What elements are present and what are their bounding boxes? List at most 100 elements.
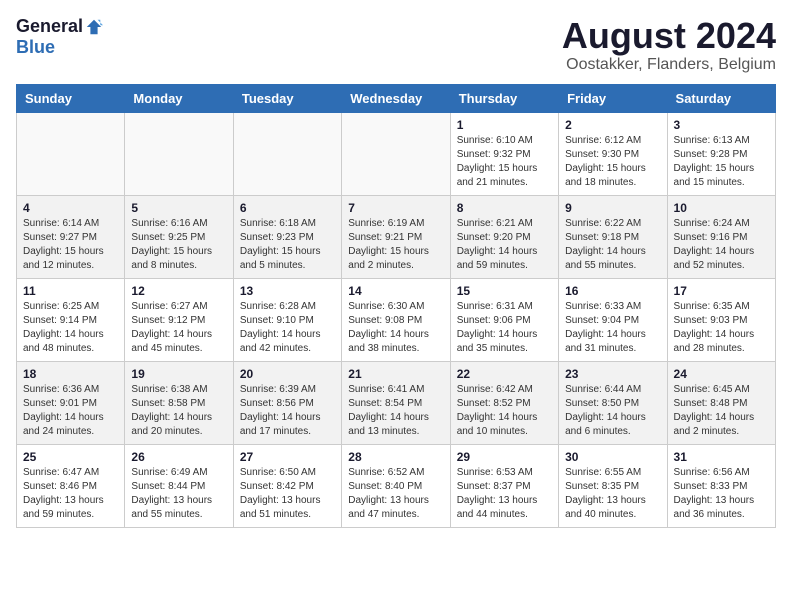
day-number: 31 [674,450,769,464]
day-info: Sunrise: 6:24 AM Sunset: 9:16 PM Dayligh… [674,217,769,273]
day-info: Sunrise: 6:22 AM Sunset: 9:18 PM Dayligh… [565,217,660,273]
logo-general: General [16,16,83,37]
day-info: Sunrise: 6:41 AM Sunset: 8:54 PM Dayligh… [348,383,443,439]
calendar-day-cell: 27Sunrise: 6:50 AM Sunset: 8:42 PM Dayli… [233,444,341,527]
day-number: 6 [240,201,335,215]
weekday-header-thursday: Thursday [450,84,558,112]
day-number: 3 [674,118,769,132]
calendar-day-cell: 22 Sunrise: 6:42 AM Sunset: 8:52 PM Dayli… [450,361,558,444]
calendar-day-cell: 6 Sunrise: 6:18 AM Sunset: 9:23 PM Daylig… [233,195,341,278]
day-info: Sunrise: 6:10 AM Sunset: 9:32 PM Dayligh… [457,134,552,190]
calendar-day-cell: 19 Sunrise: 6:38 AM Sunset: 8:58 PM Dayli… [125,361,233,444]
calendar-day-cell: 9 Sunrise: 6:22 AM Sunset: 9:18 PM Daylig… [559,195,667,278]
day-number: 11 [23,284,118,298]
calendar-day-cell [233,112,341,195]
day-number: 14 [348,284,443,298]
day-info: Sunrise: 6:28 AM Sunset: 9:10 PM Dayligh… [240,300,335,356]
calendar-day-cell: 11 Sunrise: 6:25 AM Sunset: 9:14 PM Dayli… [17,278,125,361]
day-number: 13 [240,284,335,298]
logo-blue: Blue [16,37,55,58]
day-info: Sunrise: 6:14 AM Sunset: 9:27 PM Dayligh… [23,217,118,273]
calendar-day-cell: 10 Sunrise: 6:24 AM Sunset: 9:16 PM Dayli… [667,195,775,278]
weekday-header-friday: Friday [559,84,667,112]
month-title: August 2024 [562,16,776,56]
calendar-table: SundayMondayTuesdayWednesdayThursdayFrid… [16,84,776,528]
day-number: 28 [348,450,443,464]
day-number: 2 [565,118,660,132]
day-info: Sunrise: 6:25 AM Sunset: 9:14 PM Dayligh… [23,300,118,356]
day-info: Sunrise: 6:18 AM Sunset: 9:23 PM Dayligh… [240,217,335,273]
day-number: 30 [565,450,660,464]
day-info: Sunrise: 6:42 AM Sunset: 8:52 PM Dayligh… [457,383,552,439]
calendar-day-cell [17,112,125,195]
day-number: 17 [674,284,769,298]
calendar-day-cell: 25 Sunrise: 6:47 AM Sunset: 8:46 PM Dayli… [17,444,125,527]
day-number: 8 [457,201,552,215]
calendar-day-cell: 20Sunrise: 6:39 AM Sunset: 8:56 PM Dayli… [233,361,341,444]
day-info: Sunrise: 6:35 AM Sunset: 9:03 PM Dayligh… [674,300,769,356]
calendar-day-cell: 8 Sunrise: 6:21 AM Sunset: 9:20 PM Daylig… [450,195,558,278]
day-info: Sunrise: 6:36 AM Sunset: 9:01 PM Dayligh… [23,383,118,439]
weekday-header-wednesday: Wednesday [342,84,450,112]
day-info: Sunrise: 6:44 AM Sunset: 8:50 PM Dayligh… [565,383,660,439]
day-info: Sunrise: 6:52 AM Sunset: 8:40 PM Dayligh… [348,466,443,522]
calendar-day-cell: 13 Sunrise: 6:28 AM Sunset: 9:10 PM Dayli… [233,278,341,361]
calendar-day-cell: 28 Sunrise: 6:52 AM Sunset: 8:40 PM Dayli… [342,444,450,527]
weekday-header-row: SundayMondayTuesdayWednesdayThursdayFrid… [17,84,776,112]
title-section: August 2024 Oostakker, Flanders, Belgium [562,16,776,74]
day-info: Sunrise: 6:56 AM Sunset: 8:33 PM Dayligh… [674,466,769,522]
calendar-day-cell: 5 Sunrise: 6:16 AM Sunset: 9:25 PM Daylig… [125,195,233,278]
calendar-day-cell: 23 Sunrise: 6:44 AM Sunset: 8:50 PM Dayli… [559,361,667,444]
calendar-day-cell: 31 Sunrise: 6:56 AM Sunset: 8:33 PM Dayli… [667,444,775,527]
day-number: 4 [23,201,118,215]
day-info: Sunrise: 6:13 AM Sunset: 9:28 PM Dayligh… [674,134,769,190]
calendar-day-cell: 15 Sunrise: 6:31 AM Sunset: 9:06 PM Dayli… [450,278,558,361]
day-info: Sunrise: 6:45 AM Sunset: 8:48 PM Dayligh… [674,383,769,439]
day-number: 7 [348,201,443,215]
calendar-day-cell: 26 Sunrise: 6:49 AM Sunset: 8:44 PM Dayli… [125,444,233,527]
day-info: Sunrise: 6:31 AM Sunset: 9:06 PM Dayligh… [457,300,552,356]
calendar-week-row: 1Sunrise: 6:10 AM Sunset: 9:32 PM Daylig… [17,112,776,195]
day-number: 19 [131,367,226,381]
day-number: 12 [131,284,226,298]
day-number: 23 [565,367,660,381]
location-subtitle: Oostakker, Flanders, Belgium [562,56,776,74]
calendar-day-cell: 21 Sunrise: 6:41 AM Sunset: 8:54 PM Dayli… [342,361,450,444]
day-number: 15 [457,284,552,298]
calendar-day-cell: 4 Sunrise: 6:14 AM Sunset: 9:27 PM Daylig… [17,195,125,278]
weekday-header-saturday: Saturday [667,84,775,112]
page-header: General Blue August 2024 Oostakker, Flan… [16,16,776,74]
day-info: Sunrise: 6:50 AM Sunset: 8:42 PM Dayligh… [240,466,335,522]
day-number: 22 [457,367,552,381]
calendar-day-cell: 30Sunrise: 6:55 AM Sunset: 8:35 PM Dayli… [559,444,667,527]
day-info: Sunrise: 6:16 AM Sunset: 9:25 PM Dayligh… [131,217,226,273]
day-number: 21 [348,367,443,381]
calendar-day-cell: 24Sunrise: 6:45 AM Sunset: 8:48 PM Dayli… [667,361,775,444]
day-info: Sunrise: 6:30 AM Sunset: 9:08 PM Dayligh… [348,300,443,356]
day-number: 9 [565,201,660,215]
day-info: Sunrise: 6:33 AM Sunset: 9:04 PM Dayligh… [565,300,660,356]
calendar-day-cell: 16 Sunrise: 6:33 AM Sunset: 9:04 PM Dayli… [559,278,667,361]
logo-icon [85,18,103,36]
day-number: 16 [565,284,660,298]
calendar-day-cell: 2 Sunrise: 6:12 AM Sunset: 9:30 PM Daylig… [559,112,667,195]
day-number: 20 [240,367,335,381]
day-number: 5 [131,201,226,215]
day-info: Sunrise: 6:38 AM Sunset: 8:58 PM Dayligh… [131,383,226,439]
calendar-day-cell: 3 Sunrise: 6:13 AM Sunset: 9:28 PM Daylig… [667,112,775,195]
day-number: 25 [23,450,118,464]
calendar-day-cell: 7Sunrise: 6:19 AM Sunset: 9:21 PM Daylig… [342,195,450,278]
weekday-header-monday: Monday [125,84,233,112]
day-number: 29 [457,450,552,464]
day-info: Sunrise: 6:47 AM Sunset: 8:46 PM Dayligh… [23,466,118,522]
day-number: 18 [23,367,118,381]
day-number: 26 [131,450,226,464]
calendar-week-row: 18 Sunrise: 6:36 AM Sunset: 9:01 PM Dayli… [17,361,776,444]
day-info: Sunrise: 6:21 AM Sunset: 9:20 PM Dayligh… [457,217,552,273]
day-info: Sunrise: 6:12 AM Sunset: 9:30 PM Dayligh… [565,134,660,190]
day-number: 10 [674,201,769,215]
calendar-day-cell [125,112,233,195]
day-info: Sunrise: 6:49 AM Sunset: 8:44 PM Dayligh… [131,466,226,522]
calendar-day-cell: 29Sunrise: 6:53 AM Sunset: 8:37 PM Dayli… [450,444,558,527]
weekday-header-tuesday: Tuesday [233,84,341,112]
